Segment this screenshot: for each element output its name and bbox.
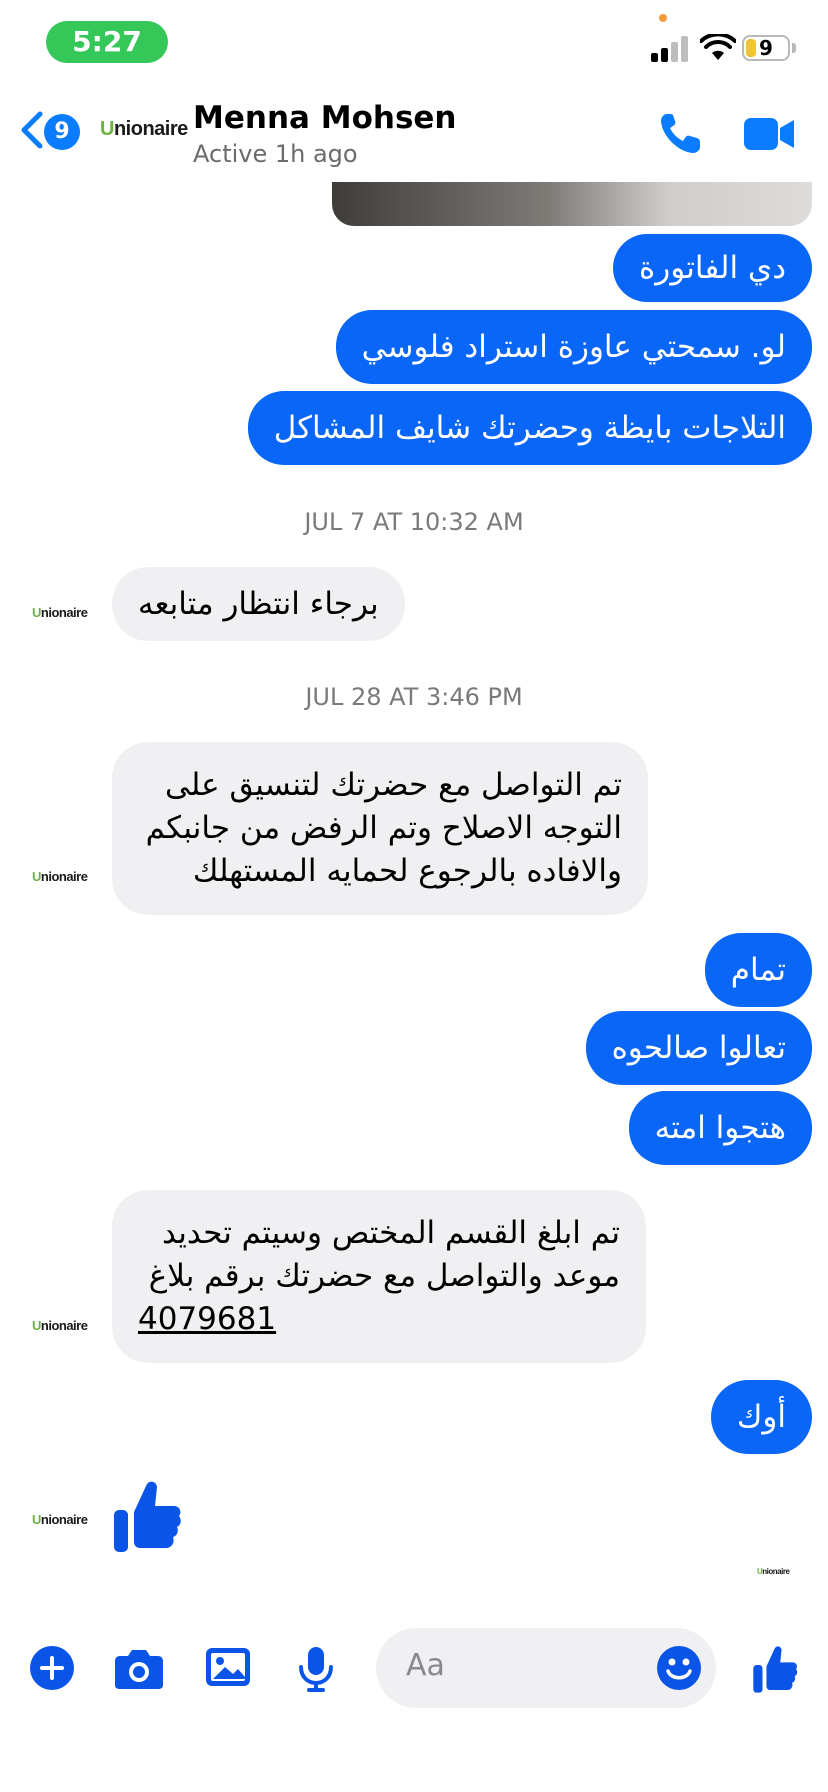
outgoing-message[interactable]: لو. سمحتي عاوزة استراد فلوسي <box>335 310 812 384</box>
unread-count-badge[interactable]: 9 <box>44 114 80 150</box>
message-line: التوجه الاصلاح وتم الرفض من جانبكم <box>145 810 622 846</box>
battery-level: 9 <box>759 36 773 60</box>
message-line: تم التواصل مع حضرتك لتنسيق على <box>165 767 622 803</box>
emoji-icon[interactable] <box>656 1645 702 1691</box>
conversation-header: 9 Unionaire Menna Mohsen Active 1h ago <box>0 90 828 182</box>
cellular-signal-icon <box>651 34 691 62</box>
message-input-placeholder: Aa <box>406 1648 445 1683</box>
message-input[interactable]: Aa <box>376 1628 716 1708</box>
incoming-message[interactable]: برجاء انتظار متابعه <box>112 567 405 641</box>
logo-text: nionaire <box>113 118 188 140</box>
message-line: موعد والتواصل مع حضرتك برقم بلاغ <box>148 1258 620 1294</box>
message-line: تم ابلغ القسم المختص وسيتم تحديد <box>162 1215 620 1251</box>
ticket-number-link[interactable]: 4079681 <box>138 1301 276 1337</box>
logo-text: nionaire <box>40 1512 88 1527</box>
wifi-icon <box>700 34 736 60</box>
message-line: 4079681 <box>138 1298 620 1341</box>
status-bar: 5:27 9 <box>0 0 828 90</box>
contact-active-status: Active 1h ago <box>193 140 358 168</box>
incoming-message[interactable]: تم ابلغ القسم المختص وسيتم تحديد موعد وا… <box>112 1190 646 1363</box>
logo-letter-u: U <box>32 869 41 884</box>
camera-icon[interactable] <box>114 1648 164 1690</box>
privacy-indicator-dot <box>659 14 667 22</box>
sent-image-attachment[interactable] <box>332 182 812 226</box>
logo-text: nionaire <box>40 1318 88 1333</box>
logo-text: nionaire <box>762 1567 790 1576</box>
sender-avatar-logo: Unionaire <box>32 1318 88 1333</box>
outgoing-message[interactable]: تعالوا صالحوه <box>585 1011 812 1085</box>
thumbs-up-icon[interactable] <box>112 1478 182 1554</box>
mic-icon[interactable] <box>296 1645 336 1693</box>
outgoing-message[interactable]: التلاجات بايظة وحضرتك شايف المشاكل <box>247 391 812 465</box>
phone-icon[interactable] <box>658 110 704 156</box>
read-receipt-avatar: Unionaire <box>757 1567 790 1576</box>
plus-icon[interactable] <box>29 1645 75 1691</box>
sender-avatar-logo: Unionaire <box>32 605 88 620</box>
sender-avatar-logo: Unionaire <box>32 869 88 884</box>
battery-tip <box>792 43 796 53</box>
message-composer: Aa <box>0 1610 828 1730</box>
sender-avatar-logo: Unionaire <box>32 1512 88 1527</box>
outgoing-message[interactable]: أوك <box>710 1380 812 1454</box>
battery-icon: 9 <box>742 35 790 61</box>
contact-name[interactable]: Menna Mohsen <box>193 100 457 136</box>
timestamp-divider: JUL 7 AT 10:32 AM <box>304 508 524 536</box>
video-icon[interactable] <box>742 114 796 154</box>
logo-letter-u: U <box>32 1512 41 1527</box>
message-line: والافاده بالرجوع لحمايه المستهلك <box>192 853 622 889</box>
incoming-message[interactable]: تم التواصل مع حضرتك لتنسيق على التوجه ال… <box>112 742 648 915</box>
gallery-icon[interactable] <box>205 1647 251 1687</box>
thumbs-up-send-icon[interactable] <box>752 1644 798 1694</box>
logo-letter-u: U <box>100 118 114 140</box>
logo-letter-u: U <box>32 1318 41 1333</box>
logo-text: nionaire <box>40 605 88 620</box>
logo-text: nionaire <box>40 869 88 884</box>
logo-letter-u: U <box>32 605 41 620</box>
outgoing-message[interactable]: دي الفاتورة <box>613 234 812 302</box>
outgoing-message[interactable]: تمام <box>704 933 812 1007</box>
outgoing-message[interactable]: هتجوا امته <box>628 1091 812 1165</box>
status-time: 5:27 <box>46 21 168 63</box>
contact-avatar-logo[interactable]: Unionaire <box>100 118 188 141</box>
timestamp-divider: JUL 28 AT 3:46 PM <box>305 683 523 711</box>
